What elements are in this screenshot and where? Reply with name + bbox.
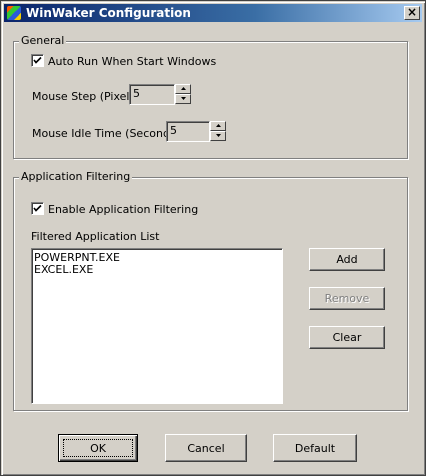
spin-up-arrow-icon (181, 87, 186, 90)
remove-button[interactable]: Remove (309, 287, 385, 310)
list-item[interactable]: EXCEL.EXE (34, 264, 280, 276)
mouse-step-label: Mouse Step (Pixel) (32, 90, 134, 103)
add-button[interactable]: Add (309, 248, 385, 271)
enable-filtering-checkbox[interactable] (31, 202, 44, 215)
focus-rectangle (63, 439, 133, 457)
general-group-title: General (19, 34, 67, 47)
mouse-idle-down-button[interactable] (210, 131, 226, 141)
default-button[interactable]: Default (273, 434, 357, 462)
mouse-step-spinner (175, 84, 191, 104)
ok-button[interactable]: OK (58, 434, 138, 462)
mouse-step-input[interactable]: 5 (129, 84, 175, 105)
mouse-idle-input[interactable]: 5 (166, 121, 210, 142)
configuration-dialog: WinWaker Configuration × General Auto Ru… (0, 0, 426, 476)
auto-run-checkbox[interactable] (31, 54, 44, 67)
title-bar[interactable]: WinWaker Configuration × (4, 4, 422, 22)
filtering-group-title: Application Filtering (19, 170, 133, 183)
spin-up-arrow-icon (216, 124, 221, 127)
clear-button[interactable]: Clear (309, 326, 385, 349)
spin-down-arrow-icon (216, 134, 221, 137)
mouse-step-up-button[interactable] (175, 84, 191, 94)
auto-run-label: Auto Run When Start Windows (48, 55, 217, 68)
mouse-idle-up-button[interactable] (210, 121, 226, 131)
mouse-idle-spinner (210, 121, 226, 141)
enable-filtering-label: Enable Application Filtering (48, 203, 199, 216)
mouse-idle-label: Mouse Idle Time (Second) (32, 127, 175, 140)
mouse-step-down-button[interactable] (175, 94, 191, 104)
checkmark-icon (33, 56, 42, 64)
close-button[interactable]: × (404, 6, 420, 20)
spin-down-arrow-icon (181, 97, 186, 100)
filtered-application-list[interactable]: POWERPNT.EXE EXCEL.EXE (31, 248, 283, 404)
app-icon (7, 6, 21, 20)
cancel-button[interactable]: Cancel (165, 434, 247, 462)
filtered-list-label: Filtered Application List (31, 230, 160, 243)
checkmark-icon (33, 204, 42, 212)
window-title: WinWaker Configuration (26, 6, 191, 20)
close-icon: × (406, 5, 418, 19)
